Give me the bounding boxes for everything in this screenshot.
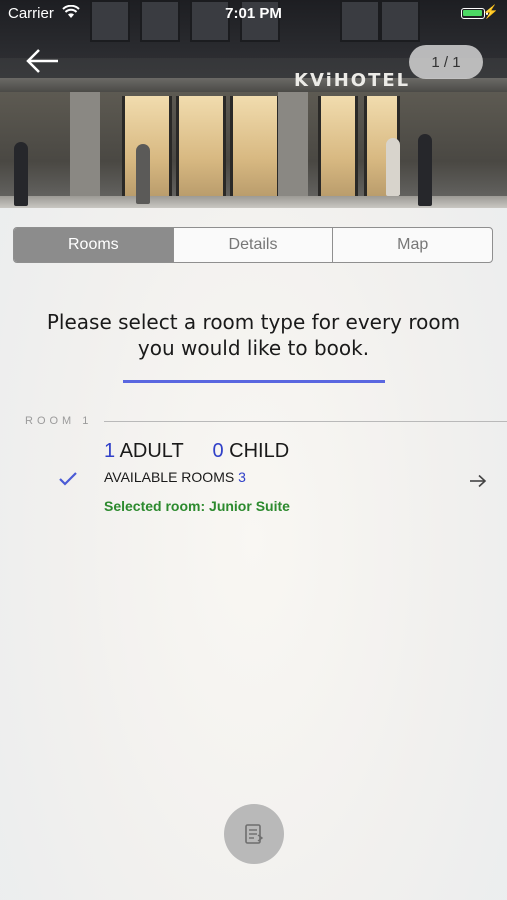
pedestrian-figure (418, 134, 432, 206)
lit-window (230, 96, 280, 200)
instruction-line-2: you would like to book. (137, 336, 370, 360)
room-label: ROOM 1 (25, 415, 93, 427)
room-divider (104, 421, 507, 422)
available-label: AVAILABLE ROOMS (104, 469, 235, 485)
hotel-photo[interactable]: KViHOTEL (0, 0, 507, 208)
status-time: 7:01 PM (225, 5, 282, 22)
pedestrian-figure (386, 138, 400, 196)
entrance-canopy (0, 78, 507, 92)
selected-room-text: Selected room: Junior Suite (104, 498, 290, 514)
back-button[interactable] (24, 44, 64, 80)
children-count: 0 (212, 440, 224, 462)
booking-summary-icon (245, 824, 264, 844)
children-label: CHILD (229, 440, 290, 462)
segmented-tabs: Rooms Details Map (13, 227, 493, 263)
adults-label: ADULT (119, 440, 184, 462)
adults-count: 1 (104, 440, 116, 462)
tab-details[interactable]: Details (172, 228, 333, 262)
available-rooms: AVAILABLE ROOMS 3 (104, 469, 246, 485)
available-count: 3 (238, 469, 246, 485)
room-row[interactable]: 1 ADULT 0 CHILD AVAILABLE ROOMS 3 Select… (0, 436, 507, 524)
charging-icon: ⚡ (482, 4, 499, 19)
lit-window (176, 96, 226, 200)
lit-window (318, 96, 358, 200)
checkmark-icon (58, 470, 78, 493)
arrow-right-icon (468, 474, 488, 493)
pedestrian-figure (136, 144, 150, 204)
photo-counter: 1 / 1 (409, 45, 483, 79)
tab-map[interactable]: Map (332, 228, 492, 262)
facade-pillar (70, 92, 100, 208)
status-bar: Carrier 7:01 PM ⚡ (0, 0, 507, 28)
instruction-underline (123, 380, 385, 383)
hotel-sign: KViHOTEL (294, 70, 411, 91)
guest-count: 1 ADULT 0 CHILD (104, 440, 289, 463)
pedestrian-figure (14, 142, 28, 206)
instruction-line-1: Please select a room type for every room (46, 310, 461, 334)
tab-rooms[interactable]: Rooms (14, 228, 173, 262)
instruction-text: Please select a room type for every room… (30, 309, 477, 361)
arrow-left-icon (26, 49, 58, 73)
battery-icon (461, 8, 488, 19)
booking-summary-button[interactable] (224, 804, 284, 864)
facade-pillar (278, 92, 308, 208)
